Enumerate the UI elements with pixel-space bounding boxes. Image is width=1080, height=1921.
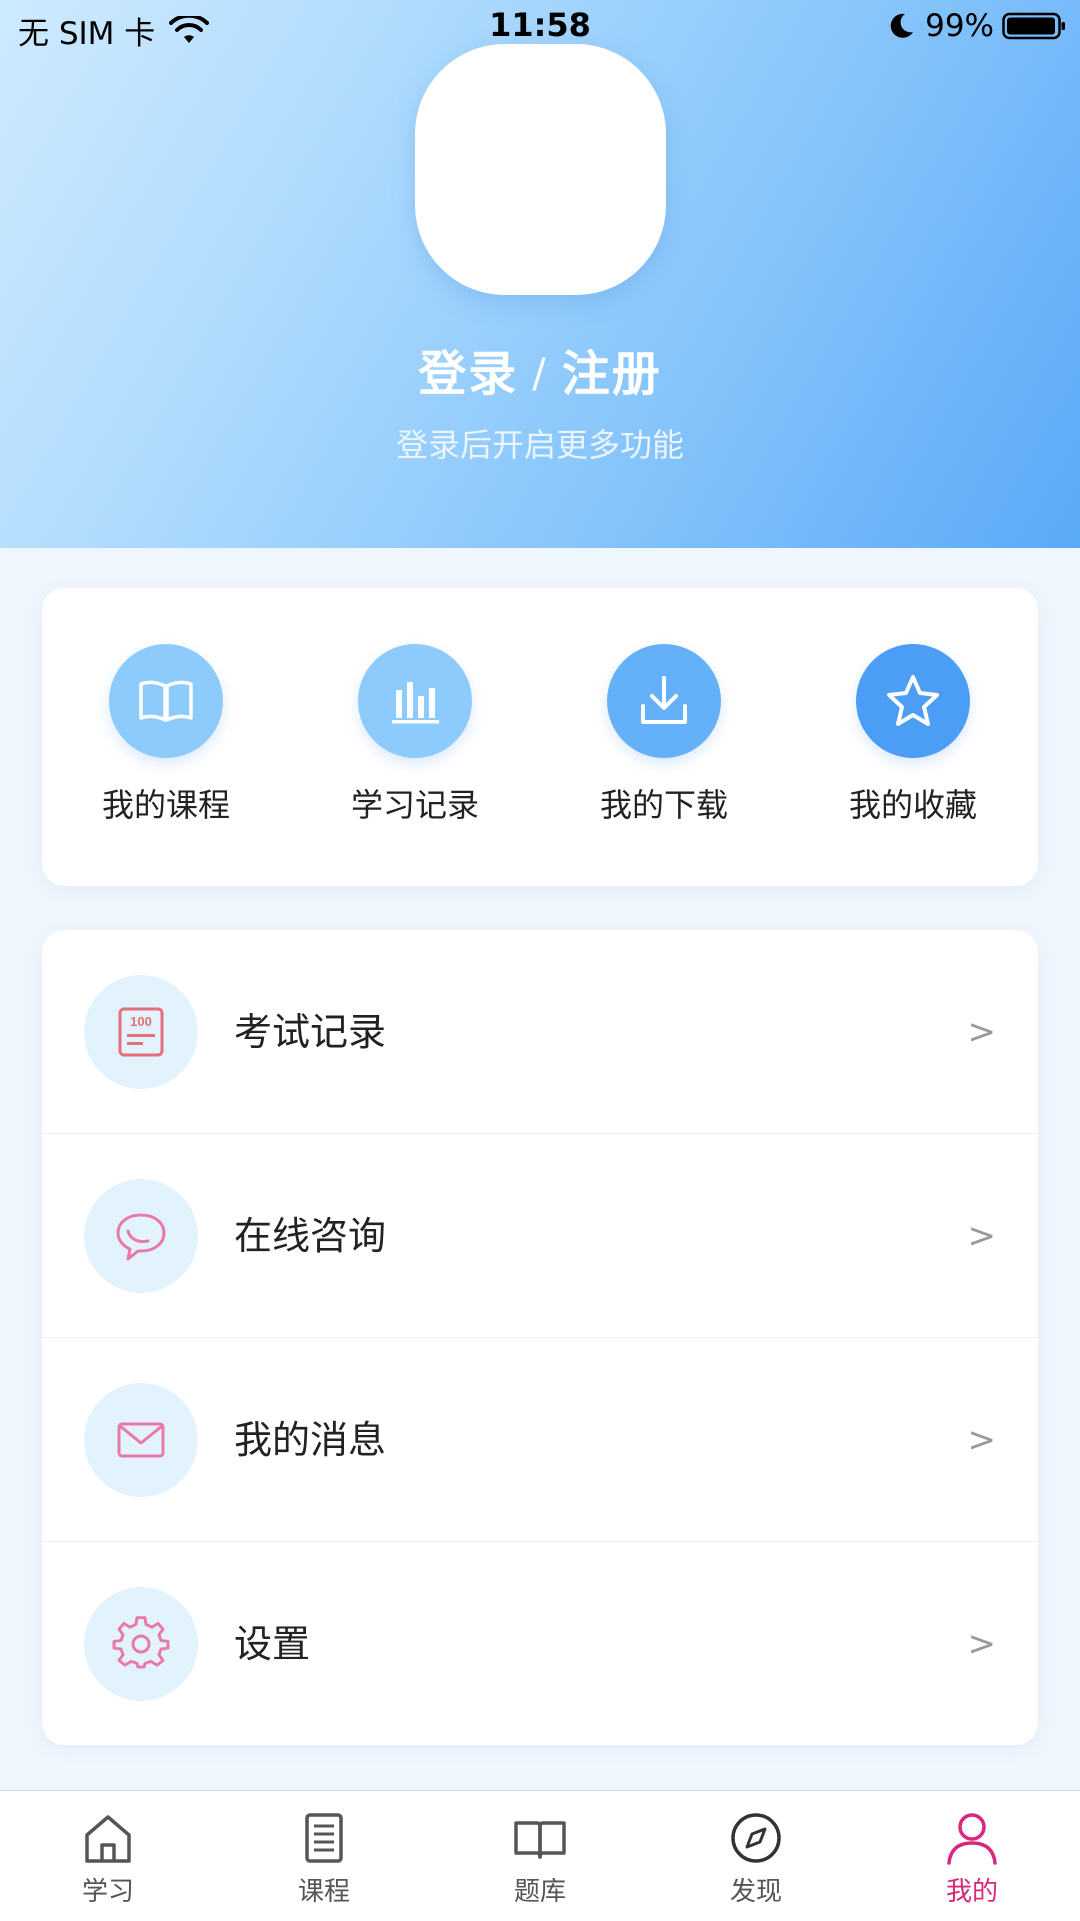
- tab-label: 发现: [729, 1877, 782, 1907]
- download-icon: [641, 676, 687, 724]
- quick-icon-circle: [109, 644, 223, 758]
- moon-icon: [890, 13, 914, 38]
- menu-exam-records[interactable]: 100 考试记录 >: [42, 930, 1038, 1134]
- book-icon: [514, 1821, 566, 1859]
- tab-question-bank[interactable]: 题库: [432, 1809, 648, 1908]
- menu-card: 100 考试记录 > 在线咨询 > 我的消息 > 设置 >: [42, 930, 1038, 1745]
- menu-icon-circle: [84, 1383, 198, 1497]
- quick-icon-circle: [856, 644, 970, 758]
- svg-text:100: 100: [130, 1014, 152, 1029]
- chevron-right-icon: >: [967, 1216, 997, 1256]
- quick-label: 我的收藏: [848, 786, 977, 824]
- envelope-icon: [117, 1422, 165, 1458]
- user-icon: [947, 1813, 997, 1865]
- menu-my-messages[interactable]: 我的消息 >: [42, 1338, 1038, 1542]
- tab-label: 我的: [945, 1877, 998, 1907]
- tab-label: 课程: [297, 1877, 350, 1907]
- login-separator: /: [532, 351, 548, 397]
- quick-my-favorites[interactable]: 我的收藏: [813, 644, 1013, 826]
- bar-chart-icon: [392, 682, 439, 724]
- login-subtitle: 登录后开启更多功能: [395, 426, 684, 464]
- gear-icon: [112, 1616, 170, 1669]
- chevron-right-icon: >: [967, 1012, 997, 1052]
- open-book-icon: [139, 680, 193, 722]
- exam-score-icon: 100: [118, 1007, 164, 1057]
- avatar[interactable]: [415, 44, 666, 295]
- quick-label: 学习记录: [350, 786, 479, 824]
- quick-icon-circle: [607, 644, 721, 758]
- menu-label: 考试记录: [234, 1010, 387, 1054]
- bottom-tab-bar: 学习 课程 题库 发现 我的: [0, 1790, 1080, 1921]
- login-text[interactable]: 登录: [418, 346, 518, 402]
- compass-icon: [731, 1813, 781, 1863]
- tab-mine[interactable]: 我的: [864, 1809, 1080, 1908]
- tab-study[interactable]: 学习: [0, 1809, 216, 1908]
- quick-actions-card: 我的课程 学习记录 我的下载 我的收藏: [42, 588, 1038, 886]
- tab-label: 学习: [81, 1877, 134, 1907]
- chevron-right-icon: >: [967, 1624, 997, 1664]
- tab-courses[interactable]: 课程: [216, 1809, 432, 1908]
- quick-study-records[interactable]: 学习记录: [315, 644, 515, 826]
- menu-icon-circle: 100: [84, 975, 198, 1089]
- home-icon: [85, 1815, 131, 1863]
- star-icon: [887, 675, 939, 726]
- document-icon: [305, 1813, 343, 1863]
- status-right: 99%: [887, 8, 1066, 44]
- menu-label: 设置: [234, 1622, 311, 1666]
- battery-percent: 99%: [925, 8, 994, 44]
- battery-icon: [1002, 12, 1065, 40]
- register-text[interactable]: 注册: [562, 346, 662, 402]
- menu-icon-circle: [84, 1179, 198, 1293]
- quick-my-downloads[interactable]: 我的下载: [564, 644, 764, 826]
- tab-label: 题库: [513, 1877, 566, 1907]
- menu-settings[interactable]: 设置 >: [42, 1542, 1038, 1745]
- menu-icon-circle: [84, 1587, 198, 1701]
- login-register-link[interactable]: 登录 / 注册: [0, 334, 1080, 404]
- quick-icon-circle: [358, 644, 472, 758]
- tab-discover[interactable]: 发现: [648, 1809, 864, 1908]
- profile-header: 无 SIM 卡 11:58 99% 登录 / 注册 登录后开启更多功能: [0, 0, 1080, 548]
- menu-label: 在线咨询: [234, 1214, 387, 1258]
- chevron-right-icon: >: [967, 1420, 997, 1460]
- quick-label: 我的课程: [101, 786, 230, 824]
- menu-label: 我的消息: [234, 1418, 387, 1462]
- quick-label: 我的下载: [599, 786, 728, 824]
- menu-online-consult[interactable]: 在线咨询 >: [42, 1134, 1038, 1338]
- chat-bubble-icon: [116, 1213, 166, 1261]
- quick-my-courses[interactable]: 我的课程: [66, 644, 266, 826]
